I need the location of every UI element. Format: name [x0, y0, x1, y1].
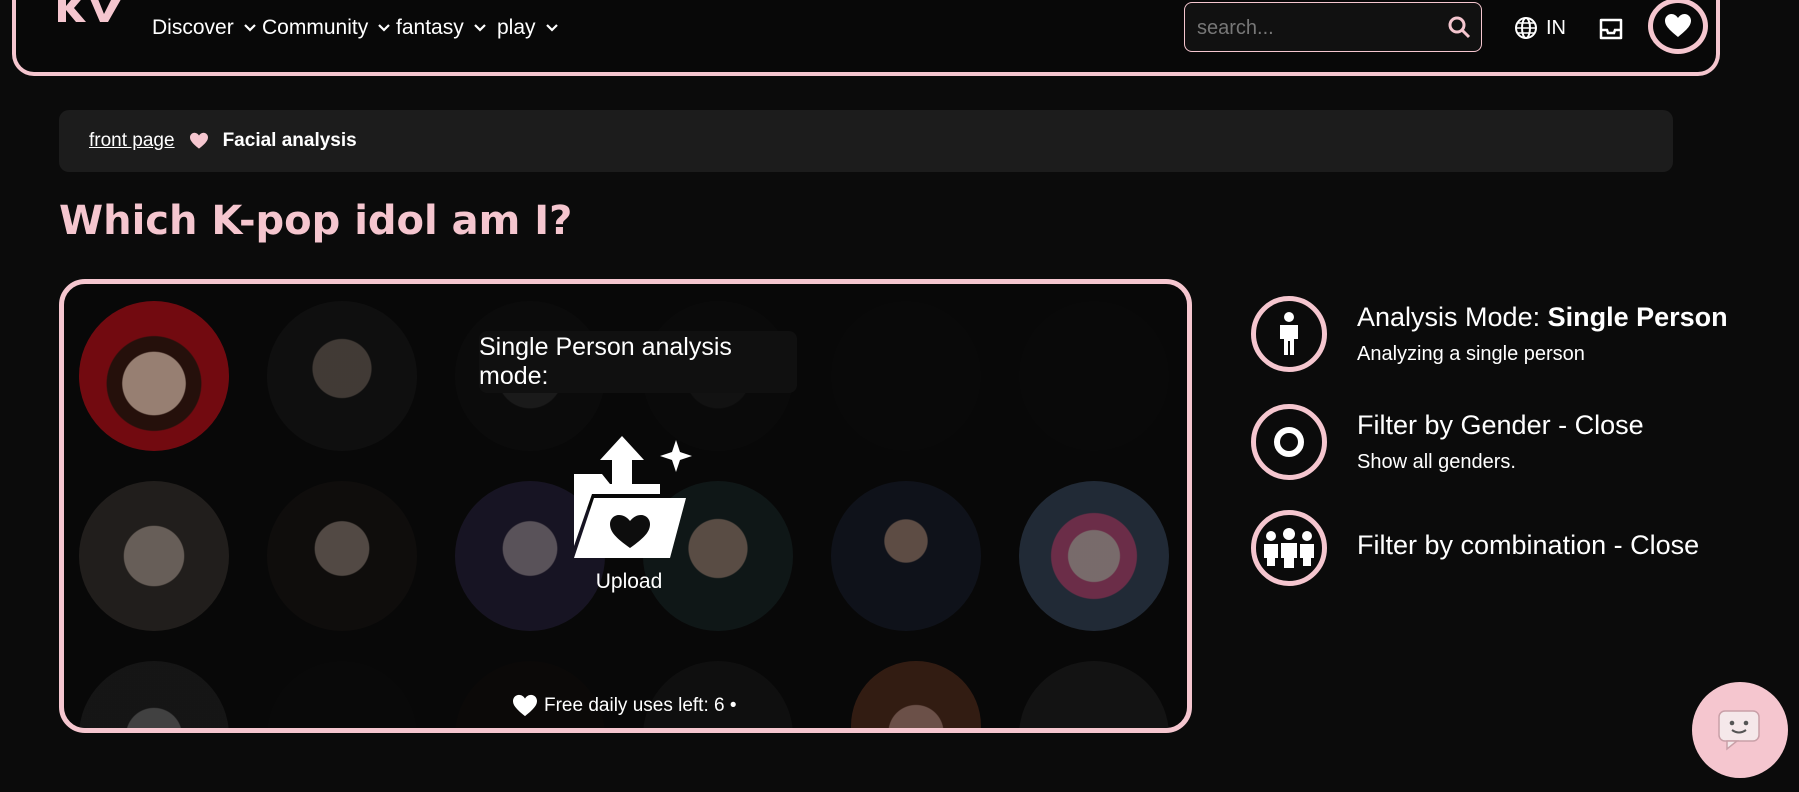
- analysis-mode-option: Analysis Mode: Single Person Analyzing a…: [1251, 296, 1728, 372]
- upload-button[interactable]: Upload: [554, 434, 704, 604]
- daily-uses-text: Free daily uses left: 6 •: [544, 695, 737, 716]
- nav-play-label: play: [497, 16, 536, 39]
- gender-filter-option: Filter by Gender - Close Show all gender…: [1251, 404, 1644, 480]
- analysis-mode-button[interactable]: [1251, 296, 1327, 372]
- search-icon[interactable]: [1447, 15, 1471, 39]
- analysis-mode-label: Single Person analysis mode:: [479, 331, 797, 393]
- chevron-down-icon: [473, 24, 486, 32]
- combination-filter-title: Filter by combination - Close: [1357, 530, 1700, 560]
- folder-upload-icon: [574, 436, 692, 558]
- nav-play[interactable]: play: [497, 16, 560, 40]
- heart-icon: [1665, 14, 1691, 37]
- favorites-button[interactable]: [1648, 0, 1708, 54]
- nav-fantasy[interactable]: fantasy: [396, 16, 488, 40]
- analysis-mode-title-prefix: Analysis Mode:: [1357, 302, 1548, 332]
- globe-icon: [1515, 17, 1537, 39]
- language-selector[interactable]: IN: [1514, 16, 1566, 40]
- daily-uses-counter: Free daily uses left: 6 •: [512, 694, 737, 718]
- gender-filter-button[interactable]: [1251, 404, 1327, 480]
- gender-filter-subtitle: Show all genders.: [1357, 451, 1516, 473]
- nav-fantasy-label: fantasy: [396, 16, 464, 39]
- chevron-down-icon: [545, 24, 558, 32]
- analysis-mode-value: Single Person: [1547, 302, 1728, 332]
- nav-community[interactable]: Community: [262, 16, 392, 40]
- nav-community-label: Community: [262, 16, 369, 39]
- chevron-down-icon: [243, 24, 256, 32]
- language-code: IN: [1546, 16, 1566, 39]
- group-icon: [1264, 528, 1314, 568]
- site-logo[interactable]: [56, 0, 126, 24]
- chevron-down-icon: [378, 24, 390, 32]
- top-navigation-bar: Discover Community fantasy play IN: [12, 0, 1720, 76]
- analysis-mode-title: Analysis Mode: Single Person: [1357, 302, 1728, 333]
- chat-icon: [1718, 710, 1760, 751]
- chat-button[interactable]: [1692, 682, 1788, 778]
- nav-discover[interactable]: Discover: [152, 16, 258, 40]
- single-person-icon: [1280, 312, 1298, 355]
- circle-toggle-icon: [1274, 427, 1304, 457]
- gender-filter-title: Filter by Gender - Close: [1357, 410, 1644, 440]
- combination-filter-option: Filter by combination - Close: [1251, 510, 1699, 586]
- search-input[interactable]: [1195, 11, 1439, 45]
- heart-icon: [513, 694, 537, 717]
- breadcrumb: front page Facial analysis: [59, 110, 1673, 172]
- search-box: [1184, 2, 1482, 52]
- inbox-icon[interactable]: [1598, 16, 1624, 42]
- breadcrumb-home-link[interactable]: front page: [89, 130, 175, 152]
- analysis-mode-subtitle: Analyzing a single person: [1357, 343, 1585, 365]
- combination-filter-button[interactable]: [1251, 510, 1327, 586]
- upload-label: Upload: [595, 570, 663, 593]
- upload-panel[interactable]: Single Person analysis mode: Upload Free…: [59, 279, 1192, 733]
- breadcrumb-current: Facial analysis: [222, 130, 357, 151]
- nav-discover-label: Discover: [152, 16, 234, 39]
- page-title: Which K-pop idol am I?: [59, 198, 573, 244]
- heart-separator-icon: [189, 132, 208, 149]
